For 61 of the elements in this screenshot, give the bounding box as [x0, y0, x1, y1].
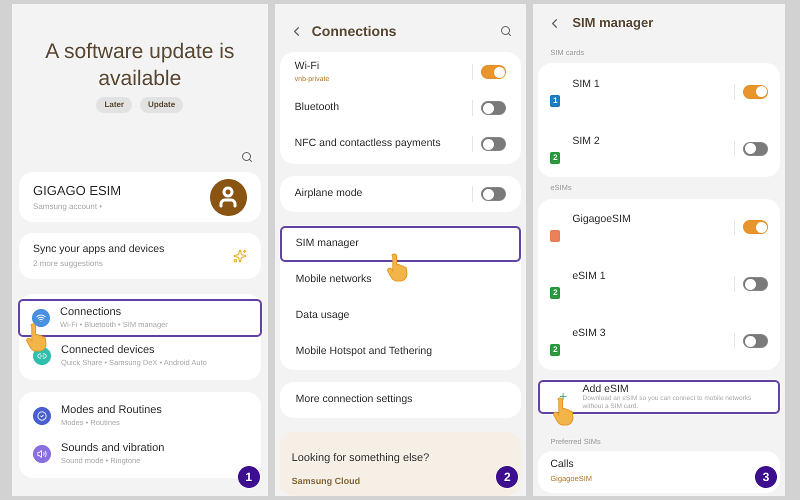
item-label: Bluetooth — [294, 100, 340, 116]
footer-title: Looking for something else? — [292, 451, 430, 466]
plus-icon — [558, 390, 569, 403]
item-label: Wi-Fi — [294, 58, 320, 74]
toggle-switch[interactable] — [743, 220, 768, 234]
avatar-icon — [210, 178, 247, 216]
suggestion-subtitle: 2 more suggestions — [33, 258, 104, 270]
sim-name: SIM 2 — [572, 134, 600, 149]
sim-name: SIM 1 — [572, 76, 600, 92]
sim-item[interactable]: 2 eSIM 3 — [538, 312, 780, 370]
toggle-switch[interactable] — [743, 277, 768, 291]
toggle-switch[interactable] — [743, 334, 768, 348]
item-title: Connections — [60, 305, 122, 320]
sparkle-icon — [232, 249, 247, 263]
sim-name: eSIM 1 — [572, 269, 606, 284]
toggle-switch[interactable] — [743, 84, 768, 99]
sim-badge: 1 — [550, 94, 560, 107]
sim-item[interactable]: 2 eSIM 1 — [538, 256, 780, 312]
sim-name: eSIM 3 — [572, 326, 606, 342]
toggle-switch[interactable] — [481, 187, 506, 201]
item-title: Sounds and vibration — [61, 441, 164, 456]
pill-button[interactable]: Later — [96, 97, 132, 113]
pill-button[interactable]: Update — [140, 97, 184, 113]
settings-item[interactable]: Mobile networks — [280, 262, 522, 298]
sim-item[interactable]: 1 SIM 1 — [538, 63, 780, 120]
settings-item[interactable]: Bluetooth — [280, 90, 522, 126]
search-icon[interactable] — [240, 151, 253, 163]
wifi-icon — [32, 309, 50, 327]
item-title: Add eSIM — [582, 382, 630, 394]
account-subtitle: Samsung account • — [33, 200, 104, 213]
screen-title: SIM manager — [572, 14, 654, 32]
sim-name: GigagoeSIM — [572, 212, 631, 228]
settings-item[interactable]: More connection settings — [280, 382, 522, 418]
toggle-switch[interactable] — [481, 101, 506, 115]
sim-badge: 2 — [550, 152, 560, 164]
suggestion-title: Sync your apps and devices — [33, 242, 164, 258]
sim-item[interactable]: GigagoeSIM — [538, 198, 780, 256]
item-title: Modes and Routines — [61, 403, 162, 418]
update-title: A software update is available — [44, 39, 236, 92]
item-title: Connected devices — [61, 343, 156, 358]
suggestion-card[interactable]: Sync your apps and devices 2 more suggestions — [19, 233, 261, 279]
sim-item[interactable]: 2 SIM 2 — [538, 120, 780, 178]
toggle-switch[interactable] — [743, 142, 768, 156]
settings-item[interactable]: Mobile Hotspot and Tethering — [280, 334, 522, 370]
search-icon[interactable] — [500, 25, 512, 37]
settings-item[interactable]: Airplane mode — [280, 176, 522, 212]
item-title: Calls — [550, 456, 575, 472]
settings-item[interactable]: NFC and contactless payments — [280, 126, 522, 162]
account-card[interactable]: GIGAGO ESIM Samsung account • — [19, 172, 261, 222]
samsung-cloud-link[interactable]: Samsung Cloud — [292, 474, 360, 488]
item-label: Airplane mode — [294, 186, 362, 202]
account-name: GIGAGO ESIM — [33, 182, 122, 200]
speaker-icon — [33, 445, 51, 463]
sim-badge: 2 — [550, 286, 560, 299]
screen-title: Connections — [312, 22, 396, 40]
sim-badge: 2 — [550, 344, 560, 356]
item-label: NFC and contactless payments — [294, 136, 441, 152]
settings-item[interactable]: SIM manager — [280, 226, 522, 262]
toggle-switch[interactable] — [481, 65, 506, 79]
toggle-switch[interactable] — [481, 137, 506, 151]
settings-item[interactable]: Data usage — [280, 298, 522, 334]
